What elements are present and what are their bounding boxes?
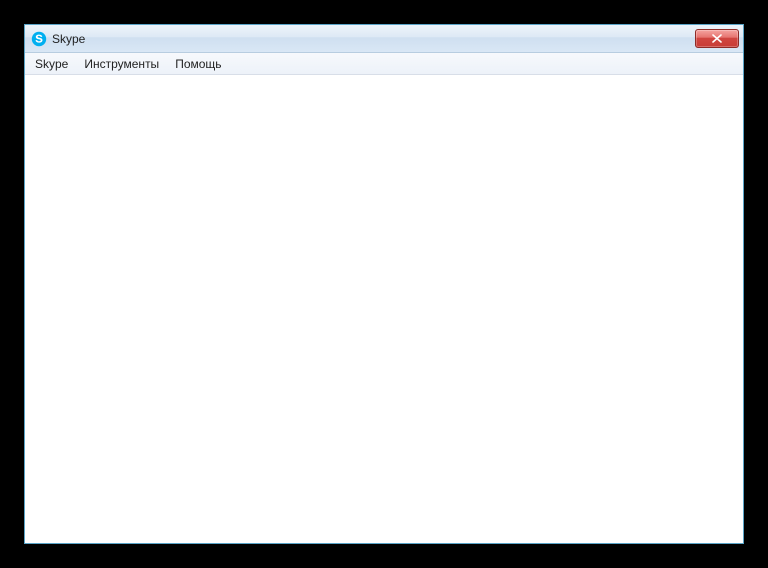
content-area	[25, 75, 743, 543]
close-button[interactable]	[695, 29, 739, 48]
menu-item-tools[interactable]: Инструменты	[76, 55, 167, 73]
menu-item-skype[interactable]: Skype	[27, 55, 76, 73]
close-icon	[712, 34, 722, 43]
window-title: Skype	[52, 32, 695, 46]
titlebar[interactable]: Skype	[25, 25, 743, 53]
menu-item-help[interactable]: Помощь	[167, 55, 229, 73]
skype-icon	[31, 31, 47, 47]
menubar: Skype Инструменты Помощь	[25, 53, 743, 75]
app-window: Skype Skype Инструменты Помощь	[24, 24, 744, 544]
